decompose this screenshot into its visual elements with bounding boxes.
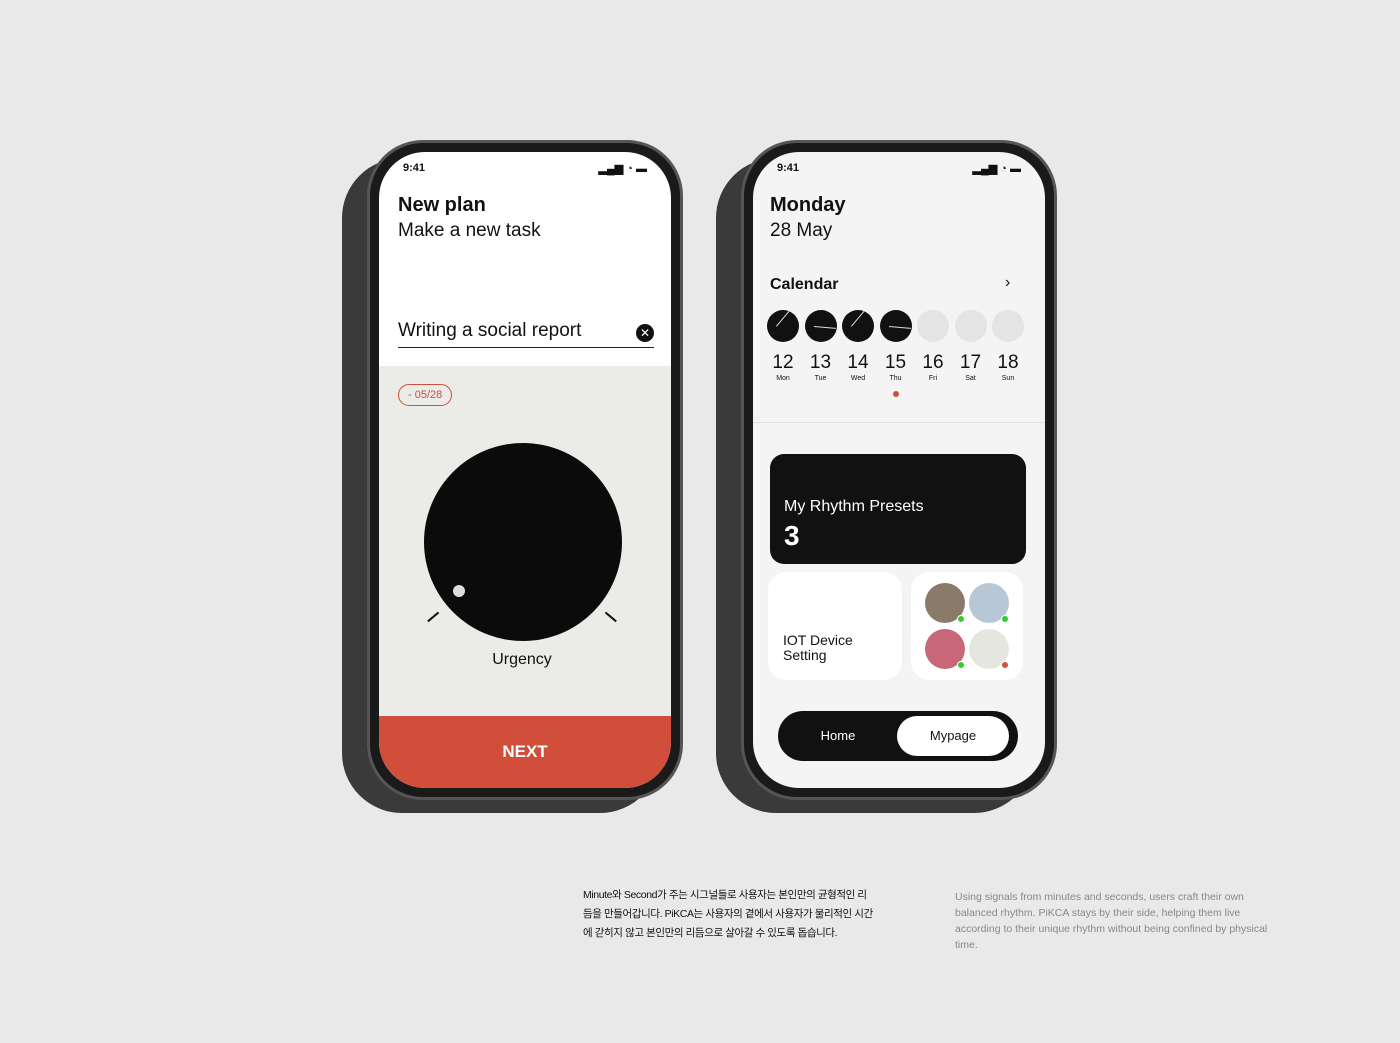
task-input[interactable]: Writing a social report ✕ [398,320,654,348]
time: 9:41 [777,162,800,174]
day-number: 18 [997,352,1019,373]
calendar-day[interactable]: 12 Mon [767,310,799,382]
date-badge[interactable]: - 05/28 [398,384,453,406]
status-bar: 9:41 ▂▄▆ ◔ ▬ [403,162,647,175]
signal-wifi-battery-icon: ▂▄▆ ◔ ▬ [598,163,647,175]
presets-label: My Rhythm Presets [784,498,924,515]
home-screen: 9:41 ▂▄▆ ◔ ▬ Monday 28 May Calendar › 12 M… [753,152,1045,788]
clear-icon[interactable]: ✕ [636,324,654,342]
avatar[interactable] [925,629,965,669]
calendar-day[interactable]: 17 Sat [954,310,987,382]
nav-home[interactable]: Home [778,711,898,761]
calendar-day[interactable]: 14 Wed [842,310,874,382]
next-button[interactable]: NEXT [379,716,671,788]
day-name: Tue [814,375,827,382]
day-number: 13 [809,352,832,373]
rhythm-presets-card[interactable]: My Rhythm Presets 3 [770,454,1026,564]
presets-count: 3 [784,520,800,551]
dial-min-tick [427,611,439,622]
status-bar: 9:41 ▂▄▆ ◔ ▬ [777,162,1021,175]
page-title: New plan [398,194,486,216]
chevron-right-icon[interactable]: › [1005,274,1010,292]
day-name: Mon [776,375,790,382]
dial-max-tick [605,611,617,622]
clock-hand [851,310,866,327]
day-clock-icon [879,310,912,342]
dial-knob[interactable] [453,585,465,597]
caption-english: Using signals from minutes and seconds, … [955,891,1268,951]
date-subtitle: 28 May [770,220,833,241]
bottom-nav: Home Mypage [778,711,1018,761]
task-input-value: Writing a social report [398,320,582,341]
avatars-card[interactable] [911,572,1023,680]
calendar-day[interactable]: 15 Thu [879,310,912,397]
day-name: Sat [965,375,976,382]
day-name: Wed [850,375,866,382]
day-number: 14 [847,352,869,373]
calendar-day[interactable]: 13 Tue [804,310,837,382]
day-number: 15 [884,352,907,373]
day-clock-icon [767,310,799,342]
caption-korean: Minute와 Second가 주는 시그널들로 사용자는 본인만의 균형적인 … [583,889,873,939]
time: 9:41 [403,162,426,174]
day-clock-icon [992,310,1024,342]
divider [753,422,1045,423]
clock-hand [776,310,791,327]
day-title: Monday [770,194,846,216]
calendar-label[interactable]: Calendar [770,276,838,294]
clock-hand [888,326,911,329]
day-number: 17 [959,352,982,373]
dial-label: Urgency [492,651,552,668]
day-number: 16 [922,352,944,373]
dial-area: - 05/28 Urgency [379,366,671,716]
day-clock-icon [842,310,874,342]
iot-device-card[interactable]: IOT Device Setting [768,572,902,680]
clock-hand [813,326,836,329]
left-phone: 9:41 ▂▄▆ ◔ ▬ New plan Make a new task Wri… [367,140,683,800]
calendar-day[interactable]: 18 Sun [992,310,1024,382]
day-clock-icon [954,310,987,342]
avatar[interactable] [969,583,1009,623]
today-indicator [892,391,899,397]
avatar[interactable] [925,583,965,623]
day-name: Fri [928,375,938,382]
nav-mypage[interactable]: Mypage [897,716,1009,756]
day-number: 12 [772,352,794,373]
avatar[interactable] [969,629,1009,669]
new-plan-screen: 9:41 ▂▄▆ ◔ ▬ New plan Make a new task Wri… [379,152,671,788]
day-name: Sun [1001,375,1015,382]
right-phone: 9:41 ▂▄▆ ◔ ▬ Monday 28 May Calendar › 12 M… [741,140,1057,800]
signal-wifi-battery-icon: ▂▄▆ ◔ ▬ [972,163,1021,175]
iot-label: IOT Device Setting [783,632,853,663]
calendar-day[interactable]: 16 Fri [917,310,949,382]
day-clock-icon [917,310,949,342]
day-clock-icon [804,310,837,342]
urgency-dial[interactable] [424,443,622,641]
page-subtitle: Make a new task [398,220,541,241]
day-name: Thu [889,375,902,382]
